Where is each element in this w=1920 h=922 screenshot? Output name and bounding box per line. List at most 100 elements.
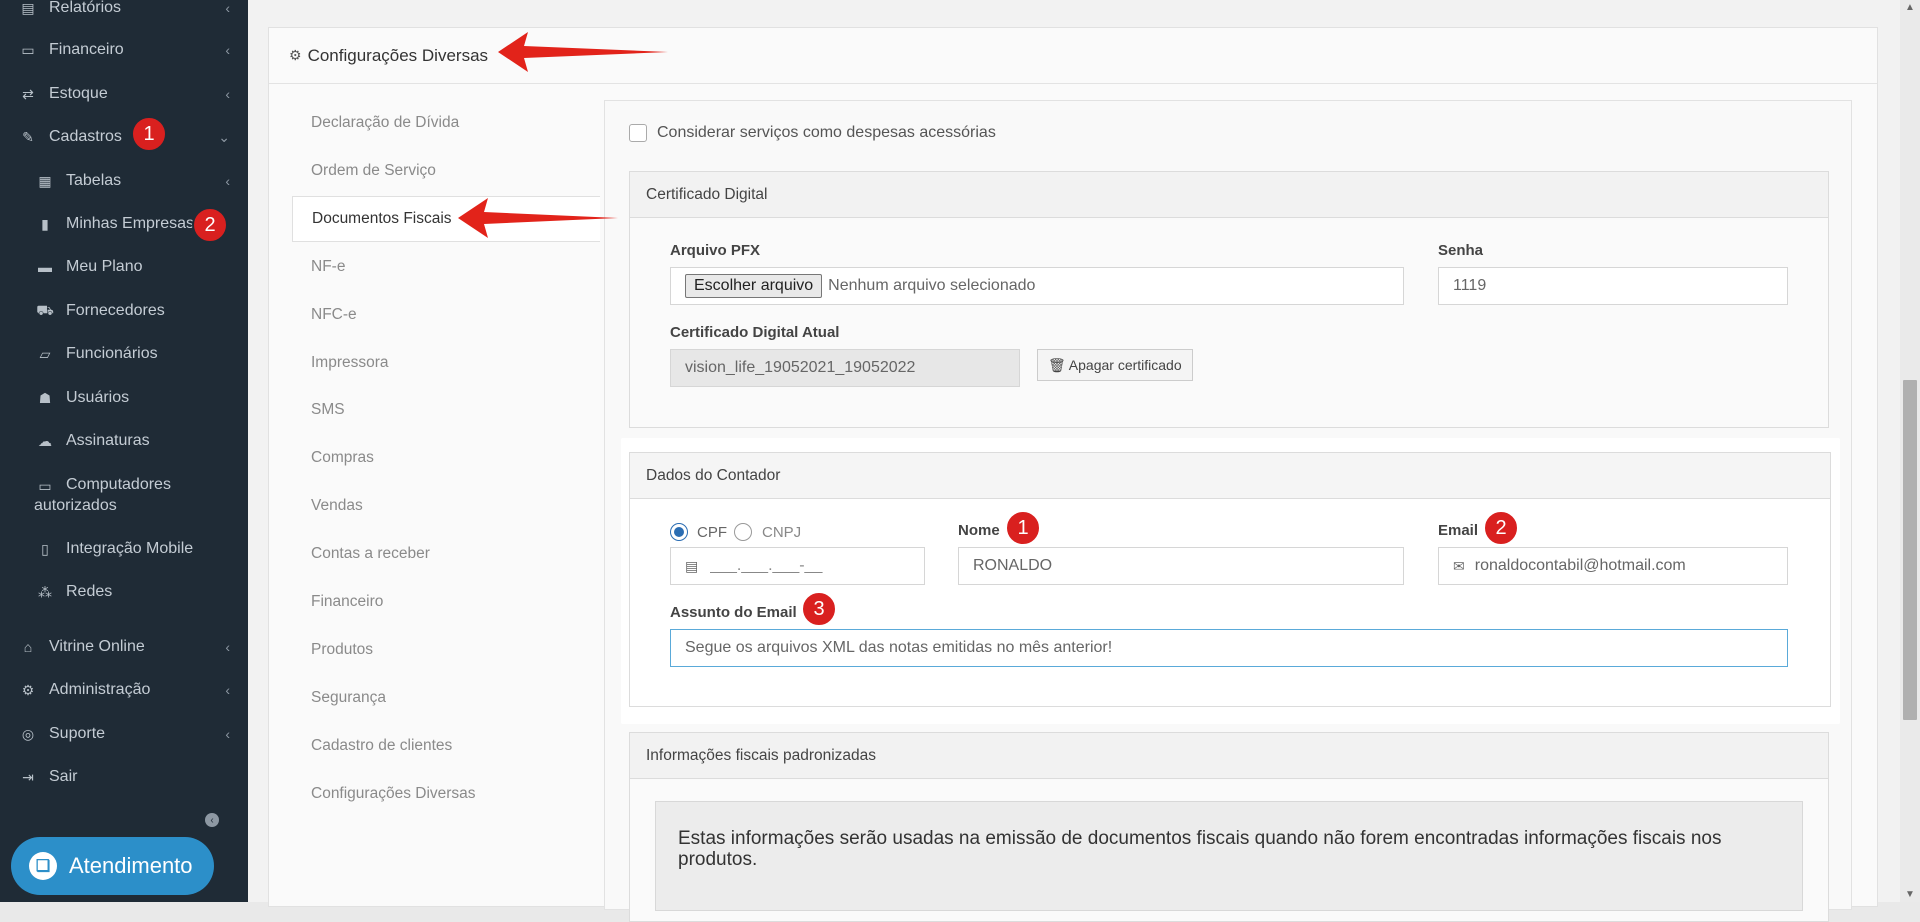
delete-certificate-label: Apagar certificado	[1068, 357, 1182, 373]
sidebar-item-assinaturas[interactable]: ☁ Assinaturas	[0, 424, 248, 458]
chevron-left-icon: ‹	[225, 42, 230, 58]
scroll-down-icon[interactable]: ▼	[1905, 889, 1915, 900]
name-field[interactable]: RONALDO	[958, 547, 1404, 585]
sidebar-item-label: Computadores autorizados	[34, 476, 171, 514]
settings-menu-item[interactable]: Configurações Diversas	[292, 771, 600, 817]
annotation-arrow	[498, 32, 668, 72]
sidebar-item-redes[interactable]: ⁂ Redes	[0, 575, 248, 609]
settings-menu-item[interactable]: Cadastro de clientes	[292, 723, 600, 769]
document-placeholder: ___.___.___-__	[710, 557, 823, 574]
chevron-left-icon: ‹	[225, 0, 230, 16]
book-icon: ▬	[38, 259, 52, 275]
email-label: Email	[1438, 522, 1479, 539]
sidebar-item-label: Assinaturas	[66, 432, 150, 449]
sidebar-item-sair[interactable]: ⇥ Sair	[0, 760, 248, 794]
chevron-down-icon: ⌄	[218, 128, 230, 145]
settings-menu-item[interactable]: Impressora	[292, 340, 600, 386]
sidebar-item-administracao[interactable]: ⚙ Administração ‹	[0, 673, 248, 707]
sidebar-item-label: Suporte	[49, 725, 106, 742]
settings-menu-item[interactable]: Contas a receber	[292, 531, 600, 577]
fiscal-info-note: Estas informações serão usadas na emissã…	[655, 801, 1803, 911]
settings-menu-item[interactable]: Compras	[292, 435, 600, 481]
money-icon: ▭	[21, 41, 35, 58]
users-icon: ☗	[38, 389, 52, 406]
cpf-label: CPF	[697, 524, 727, 541]
cpf-radio[interactable]	[670, 523, 688, 541]
password-field[interactable]: 1119	[1438, 267, 1788, 305]
sidebar-item-computadores[interactable]: ▭ Computadores autorizados	[0, 474, 220, 518]
sidebar-item-vitrine-online[interactable]: ⌂ Vitrine Online ‹	[0, 630, 248, 664]
collapse-sidebar-icon[interactable]: ‹	[205, 813, 219, 827]
cnpj-radio[interactable]	[734, 523, 752, 541]
exchange-icon: ⇄	[22, 85, 34, 102]
settings-menu-item[interactable]: Produtos	[292, 627, 600, 673]
sidebar-item-usuarios[interactable]: ☗ Usuários	[0, 381, 248, 415]
scroll-thumb[interactable]	[1903, 380, 1917, 720]
email-value: ronaldocontabil@hotmail.com	[1474, 557, 1686, 574]
page-scrollbar[interactable]: ▲ ▼	[1900, 0, 1920, 902]
section-title: Dados do Contador	[630, 453, 1830, 499]
cnpj-label: CNPJ	[762, 524, 802, 541]
sidebar-item-label: Fornecedores	[66, 302, 165, 319]
email-field[interactable]: ✉ ronaldocontabil@hotmail.com	[1438, 547, 1788, 585]
pfx-file-input[interactable]: Escolher arquivo Nenhum arquivo selecion…	[670, 267, 1404, 305]
current-certificate-field: vision_life_19052021_19052022	[670, 349, 1020, 387]
sidebar-item-meu-plano[interactable]: ▬ Meu Plano	[0, 250, 248, 284]
settings-menu-item[interactable]: SMS	[292, 387, 600, 433]
cloud-icon: ☁	[38, 432, 52, 449]
sidebar-item-financeiro[interactable]: ▭ Financeiro ‹	[0, 33, 248, 67]
sidebar-item-tabelas[interactable]: ▦ Tabelas ‹	[0, 164, 248, 198]
choose-file-button[interactable]: Escolher arquivo	[685, 274, 823, 298]
sidebar-item-cadastros[interactable]: ✎ Cadastros ⌄	[0, 120, 248, 154]
document-input[interactable]: ▤ ___.___.___-__	[670, 547, 925, 585]
sidebar-item-label: Sair	[49, 768, 78, 785]
sidebar-item-label: Relatórios	[49, 0, 122, 16]
name-label: Nome	[958, 522, 1000, 539]
email-subject-field[interactable]: Segue os arquivos XML das notas emitidas…	[670, 629, 1788, 667]
chevron-left-icon: ‹	[225, 173, 230, 189]
sidebar-item-label: Redes	[66, 583, 113, 600]
sidebar-item-label: Vitrine Online	[49, 638, 145, 655]
sidebar-item-label: Tabelas	[66, 172, 122, 189]
email-subject-label: Assunto do Email	[670, 604, 797, 621]
delete-certificate-button[interactable]: 🗑 Apagar certificado	[1037, 349, 1193, 381]
shop-icon: ⌂	[23, 639, 33, 655]
sidebar-item-label: Integração Mobile	[66, 540, 194, 557]
mobile-icon: ▯	[41, 540, 49, 557]
chevron-left-icon: ‹	[225, 726, 230, 742]
sidebar-item-label: Funcionários	[66, 345, 158, 362]
sidebar-item-funcionarios[interactable]: ▱ Funcionários	[0, 337, 248, 371]
sidebar-item-label: Meu Plano	[66, 258, 143, 275]
sidebar-item-estoque[interactable]: ⇄ Estoque ‹	[0, 77, 248, 111]
settings-menu-item[interactable]: NFC-e	[292, 292, 600, 338]
sidebar-item-integracao-mobile[interactable]: ▯ Integração Mobile	[0, 532, 248, 566]
chevron-left-icon: ‹	[225, 682, 230, 698]
trash-icon: 🗑	[1048, 356, 1066, 373]
step-badge: 2	[1483, 510, 1519, 546]
current-certificate-label: Certificado Digital Atual	[670, 324, 840, 341]
expenses-checkbox[interactable]	[629, 124, 647, 142]
chat-bubble-icon: ❑	[29, 852, 57, 880]
support-chat-button[interactable]: ❑ Atendimento	[11, 837, 214, 895]
report-icon: ▤	[21, 0, 35, 16]
sidebar-item-fornecedores[interactable]: ⛟ Fornecedores	[0, 294, 248, 328]
network-icon: ⁂	[38, 583, 52, 600]
step-badge: 1	[1005, 510, 1041, 546]
settings-menu-item[interactable]: Financeiro	[292, 579, 600, 625]
settings-menu-item[interactable]: Segurança	[292, 675, 600, 721]
scroll-up-icon[interactable]: ▲	[1905, 2, 1915, 13]
chevron-left-icon: ‹	[225, 86, 230, 102]
sidebar-item-relatorios[interactable]: ▤ Relatórios ‹	[0, 0, 248, 25]
settings-menu-item[interactable]: NF-e	[292, 244, 600, 290]
sidebar-item-suporte[interactable]: ◎ Suporte ‹	[0, 717, 248, 751]
annotation-arrow	[458, 198, 618, 238]
accountant-section-highlight: Dados do Contador CPF CNPJ ▤ ___.___.___…	[621, 438, 1840, 724]
envelope-icon: ✉	[1453, 557, 1465, 574]
gears-icon: ⚙	[21, 681, 35, 698]
file-status: Nenhum arquivo selecionado	[828, 277, 1036, 294]
page-title: Configurações Diversas	[307, 45, 489, 65]
settings-menu-item[interactable]: Vendas	[292, 483, 600, 529]
settings-menu-item[interactable]: Declaração de Dívida	[292, 100, 600, 146]
settings-menu-item[interactable]: Ordem de Serviço	[292, 148, 600, 194]
sidebar-item-label: Cadastros	[49, 128, 122, 145]
